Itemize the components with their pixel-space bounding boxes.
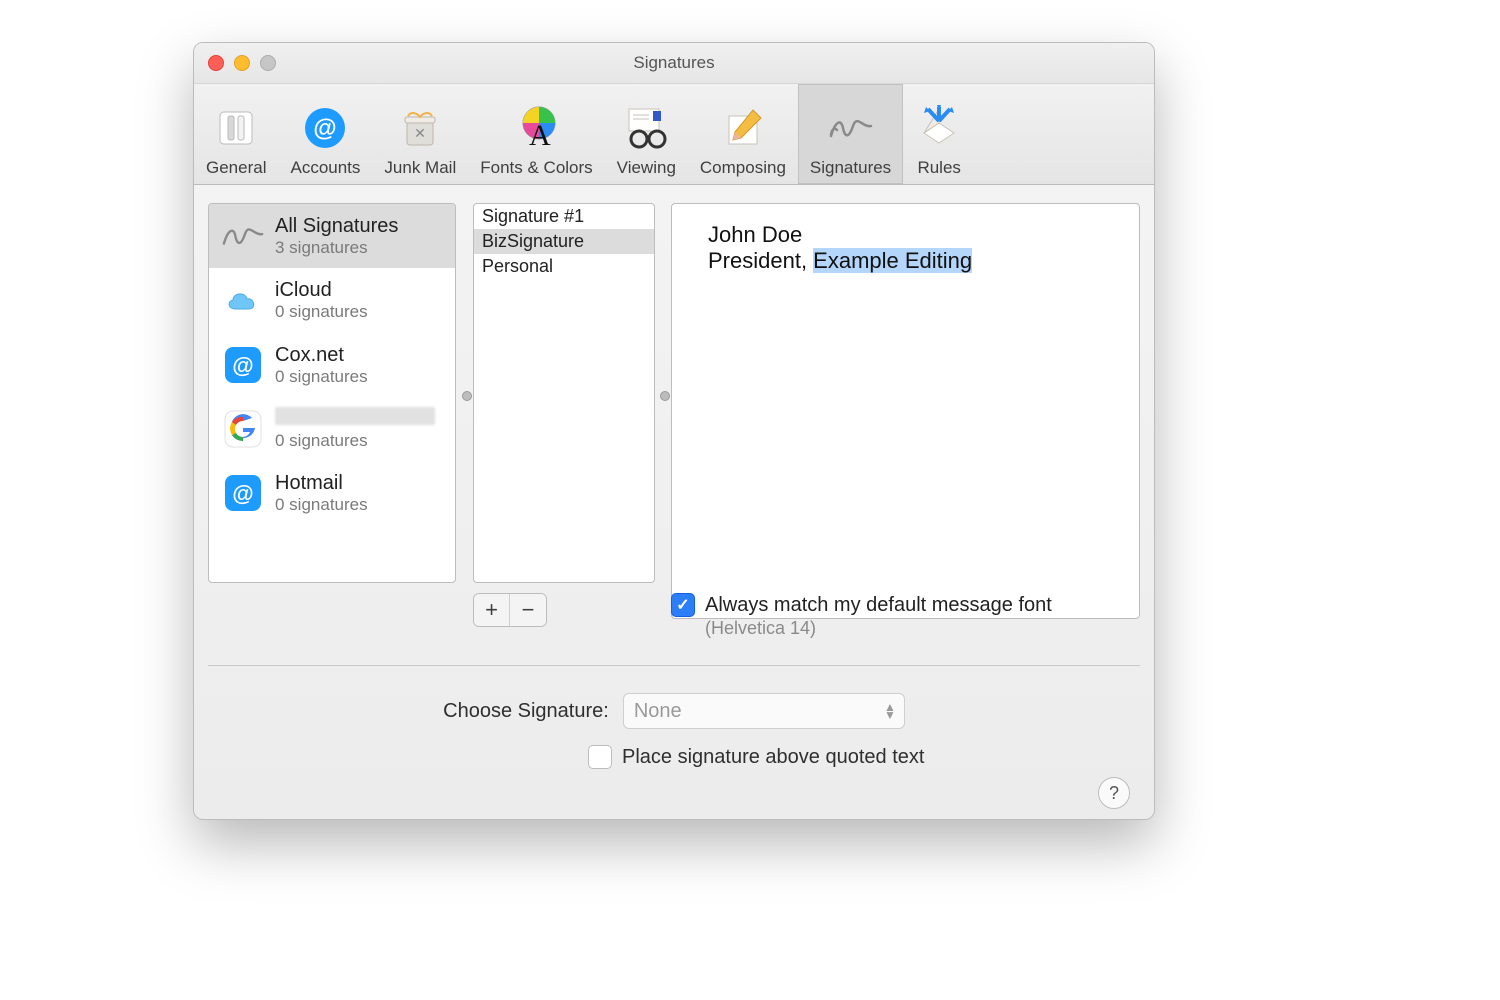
account-subtitle: 0 signatures (275, 302, 368, 322)
main-area: All Signatures 3 signatures iCloud 0 sig… (208, 203, 1140, 819)
account-hotmail[interactable]: @ Hotmail 0 signatures (209, 461, 455, 525)
preferences-window: Signatures General @ Accounts (193, 42, 1155, 820)
tab-fonts-colors[interactable]: A Fonts & Colors (468, 84, 604, 184)
google-icon (221, 407, 265, 451)
account-google[interactable]: 0 signatures (209, 397, 455, 461)
account-subtitle: 0 signatures (275, 367, 368, 387)
signature-item[interactable]: BizSignature (474, 229, 654, 254)
chevron-up-down-icon: ▲▼ (884, 703, 896, 719)
composing-icon (719, 104, 767, 152)
svg-text:@: @ (232, 481, 253, 506)
editor-line: President, Example Editing (708, 248, 1103, 274)
always-match-sublabel: (Helvetica 14) (705, 618, 1052, 639)
tab-rules[interactable]: Rules (903, 84, 975, 184)
signature-item[interactable]: Signature #1 (474, 204, 654, 229)
separator (208, 665, 1140, 666)
add-remove-buttons: + − (473, 593, 547, 627)
svg-text:@: @ (314, 115, 337, 142)
accounts-list[interactable]: All Signatures 3 signatures iCloud 0 sig… (208, 203, 456, 583)
always-match-label: Always match my default message font (705, 593, 1052, 618)
tab-label: Viewing (617, 158, 676, 178)
window-title: Signatures (194, 53, 1154, 73)
column-divider-handle[interactable] (462, 391, 472, 401)
at-icon: @ (221, 343, 265, 387)
account-title-redacted (275, 407, 435, 430)
editor-selected-text: Example Editing (813, 248, 972, 273)
signatures-list[interactable]: Signature #1 BizSignature Personal (473, 203, 655, 583)
signatures-icon (827, 104, 875, 152)
account-subtitle: 0 signatures (275, 495, 368, 515)
tab-label: Fonts & Colors (480, 158, 592, 178)
account-icloud[interactable]: iCloud 0 signatures (209, 268, 455, 332)
viewing-icon (622, 104, 670, 152)
tab-junk-mail[interactable]: ✕ Junk Mail (372, 84, 468, 184)
signature-editor[interactable]: John Doe President, Example Editing (671, 203, 1140, 619)
window-controls (194, 55, 276, 71)
general-icon (212, 104, 260, 152)
account-title: Hotmail (275, 471, 368, 495)
fonts-colors-icon: A (512, 104, 560, 152)
tab-label: Accounts (290, 158, 360, 178)
tab-signatures[interactable]: Signatures (798, 84, 903, 184)
account-title: Cox.net (275, 343, 368, 367)
choose-signature-label: Choose Signature: (443, 700, 609, 723)
editor-line: John Doe (708, 222, 1103, 248)
account-subtitle: 0 signatures (275, 431, 435, 451)
tab-composing[interactable]: Composing (688, 84, 798, 184)
choose-signature-select[interactable]: None ▲▼ (623, 693, 905, 729)
help-button[interactable]: ? (1098, 777, 1130, 809)
svg-text:A: A (529, 119, 551, 151)
always-match-row: ✓ Always match my default message font (… (671, 593, 1140, 639)
tab-label: General (206, 158, 266, 178)
svg-text:@: @ (232, 353, 253, 378)
remove-signature-button[interactable]: − (510, 594, 546, 626)
tab-label: Rules (917, 158, 960, 178)
tab-general[interactable]: General (194, 84, 278, 184)
place-above-checkbox[interactable] (588, 745, 612, 769)
rules-icon (915, 104, 963, 152)
choose-signature-row: Choose Signature: None ▲▼ (208, 693, 1140, 729)
add-signature-button[interactable]: + (474, 594, 510, 626)
tab-accounts[interactable]: @ Accounts (278, 84, 372, 184)
account-title: All Signatures (275, 214, 398, 238)
titlebar: Signatures (194, 43, 1154, 84)
svg-text:✕: ✕ (414, 125, 426, 141)
select-value: None (634, 700, 682, 723)
always-match-checkbox[interactable]: ✓ (671, 593, 695, 617)
signature-icon (221, 214, 265, 258)
place-above-label: Place signature above quoted text (622, 746, 924, 769)
icloud-icon (221, 279, 265, 323)
at-icon: @ (221, 471, 265, 515)
column-divider-handle[interactable] (660, 391, 670, 401)
account-all-signatures[interactable]: All Signatures 3 signatures (209, 204, 455, 268)
tab-label: Composing (700, 158, 786, 178)
junk-mail-icon: ✕ (396, 104, 444, 152)
account-subtitle: 3 signatures (275, 238, 398, 258)
account-title: iCloud (275, 278, 368, 302)
editor-text: President, (708, 248, 813, 273)
place-above-row: Place signature above quoted text (588, 745, 924, 769)
tab-viewing[interactable]: Viewing (605, 84, 688, 184)
signature-item[interactable]: Personal (474, 254, 654, 279)
account-cox[interactable]: @ Cox.net 0 signatures (209, 333, 455, 397)
accounts-icon: @ (301, 104, 349, 152)
tab-label: Signatures (810, 158, 891, 178)
close-button[interactable] (208, 55, 224, 71)
tab-label: Junk Mail (384, 158, 456, 178)
preferences-toolbar: General @ Accounts ✕ Junk Mail (194, 84, 1154, 185)
zoom-button[interactable] (260, 55, 276, 71)
minimize-button[interactable] (234, 55, 250, 71)
